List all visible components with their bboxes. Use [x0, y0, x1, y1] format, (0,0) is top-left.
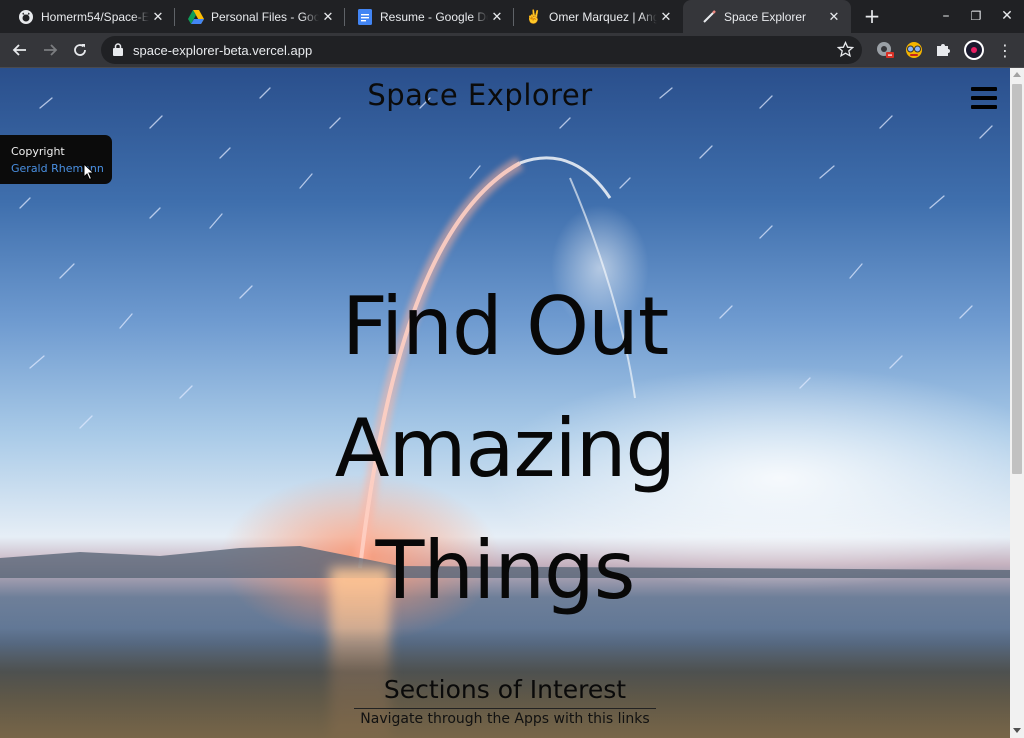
site-title[interactable]: Space Explorer	[0, 78, 960, 112]
tab-space-explorer[interactable]: Space Explorer ✕	[683, 0, 851, 33]
tab-title: Space Explorer	[724, 9, 807, 24]
browser-menu-icon[interactable]: ⋮	[993, 38, 1017, 62]
tab-title: Resume - Google Docs	[380, 9, 488, 24]
google-docs-icon	[357, 8, 373, 25]
scrollbar-thumb[interactable]	[1012, 84, 1022, 474]
tab-close-icon[interactable]: ✕	[319, 9, 337, 25]
reload-button[interactable]	[68, 38, 92, 62]
hamburger-menu-icon[interactable]	[971, 87, 997, 109]
google-drive-icon	[188, 9, 204, 25]
url-text: space-explorer-beta.vercel.app	[133, 43, 313, 58]
address-bar[interactable]: space-explorer-beta.vercel.app	[101, 36, 862, 64]
sections-heading: Sections of Interest	[383, 675, 627, 704]
bookmark-star-icon	[837, 41, 854, 58]
forward-button[interactable]	[38, 38, 62, 62]
tab-strip: Homerm54/Space-Explorer ✕ Personal Files…	[0, 0, 1024, 33]
page-viewport: Space Explorer Copyright Gerald Rhemann …	[0, 68, 1010, 738]
hero-line-1: Find Out	[341, 280, 669, 373]
restore-button[interactable]: ❐	[961, 0, 991, 33]
tab-close-icon[interactable]: ✕	[825, 9, 843, 25]
tab-portfolio[interactable]: ✌ Omer Marquez | Angular ✕	[508, 0, 683, 33]
github-icon	[18, 9, 34, 25]
browser-toolbar: space-explorer-beta.vercel.app ⋮	[0, 33, 1024, 67]
sections-divider	[354, 708, 656, 709]
hero-line-3: Things	[375, 524, 636, 617]
tab-close-icon[interactable]: ✕	[488, 9, 506, 25]
minimize-button[interactable]: –	[931, 0, 961, 33]
copyright-tooltip: Copyright Gerald Rhemann	[0, 135, 112, 184]
hero-heading: Find Out Amazing Things	[250, 266, 760, 632]
arrow-left-icon	[12, 44, 26, 56]
rocket-icon	[701, 9, 717, 25]
tab-title: Homerm54/Space-Explorer	[41, 9, 149, 24]
extension-glasses-icon[interactable]	[902, 38, 926, 62]
arrow-right-icon	[44, 44, 58, 56]
page-scrollbar[interactable]	[1010, 68, 1024, 738]
tab-google-drive[interactable]: Personal Files - Google Drive ✕	[170, 0, 345, 33]
window-close-button[interactable]: ✕	[992, 0, 1022, 33]
scroll-up-arrow-icon[interactable]	[1013, 72, 1021, 77]
lock-icon	[113, 43, 123, 56]
tab-close-icon[interactable]: ✕	[149, 9, 167, 25]
new-tab-button[interactable]: +	[860, 4, 884, 28]
tab-title: Omer Marquez | Angular	[549, 9, 657, 24]
sections-subtitle: Navigate through the Apps with this link…	[360, 711, 650, 727]
mouse-cursor-icon	[83, 163, 95, 181]
peace-hand-icon: ✌	[525, 8, 543, 24]
hero-line-2: Amazing	[334, 402, 676, 495]
extensions-puzzle-icon[interactable]	[931, 38, 955, 62]
scroll-down-arrow-icon[interactable]	[1013, 728, 1021, 733]
tab-title: Personal Files - Google Drive	[211, 9, 319, 24]
tab-close-icon[interactable]: ✕	[657, 9, 675, 25]
tab-google-docs[interactable]: Resume - Google Docs ✕	[339, 0, 514, 33]
reload-icon	[74, 44, 86, 56]
back-button[interactable]	[8, 38, 32, 62]
tab-github[interactable]: Homerm54/Space-Explorer ✕	[0, 0, 175, 33]
extension-blocker-icon[interactable]	[873, 38, 897, 62]
profile-avatar[interactable]	[962, 38, 986, 62]
copyright-label: Copyright	[11, 145, 65, 158]
